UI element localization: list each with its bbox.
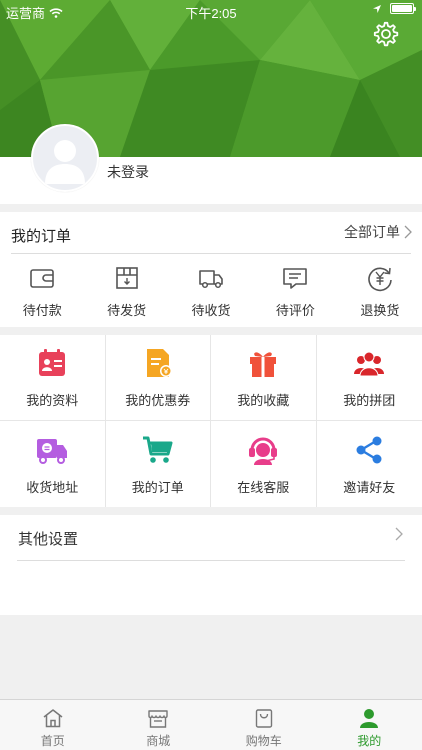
tab-label: 首页 xyxy=(40,734,65,748)
refund-icon xyxy=(368,267,392,292)
tab-mine[interactable]: 我的 xyxy=(317,700,422,750)
gear-icon xyxy=(373,21,399,47)
battery-icon xyxy=(390,3,416,14)
order-item-pending-shipment[interactable]: 待发货 xyxy=(84,264,168,324)
feature-label: 我的拼团 xyxy=(343,393,396,408)
order-item-returns[interactable]: 退换货 xyxy=(338,264,422,324)
feature-my-profile[interactable]: 我的资料 xyxy=(0,335,106,421)
orders-section: 我的订单 全部订单 待付款 待发货 待收货 待评价 退换货 xyxy=(0,212,422,327)
comment-icon xyxy=(283,268,308,289)
feature-my-orders[interactable]: 我的订单 xyxy=(106,421,211,507)
login-status[interactable]: 未登录 xyxy=(107,162,149,182)
feature-label: 收货地址 xyxy=(26,479,79,495)
order-item-label: 待付款 xyxy=(22,303,62,318)
all-orders-label: 全部订单 xyxy=(344,224,400,240)
feature-label: 我的收藏 xyxy=(237,393,290,408)
order-item-pending-payment[interactable]: 待付款 xyxy=(0,264,84,324)
battery-fill xyxy=(392,5,412,12)
store-icon xyxy=(148,710,168,728)
status-right xyxy=(372,3,416,14)
feature-my-group-buy[interactable]: 我的拼团 xyxy=(316,335,422,421)
tab-cart[interactable]: 购物车 xyxy=(211,700,317,750)
location-arrow-icon xyxy=(373,4,381,13)
feature-my-favorites[interactable]: 我的收藏 xyxy=(211,335,317,421)
chevron-right-icon xyxy=(404,225,412,239)
all-orders-link[interactable]: 全部订单 xyxy=(344,222,412,242)
orders-title: 我的订单 xyxy=(11,228,72,245)
group-icon xyxy=(354,351,385,377)
truck-icon xyxy=(199,270,223,289)
other-settings-row[interactable]: 其他设置 xyxy=(17,515,405,561)
bag-icon xyxy=(255,709,272,728)
order-item-label: 待评价 xyxy=(275,303,315,318)
user-icon xyxy=(360,709,379,728)
feature-label: 我的订单 xyxy=(131,479,184,495)
profile-card-icon xyxy=(39,349,66,376)
order-item-label: 退换货 xyxy=(360,303,400,318)
feature-invite-friends[interactable]: 邀请好友 xyxy=(317,421,422,507)
tab-bar: 首页 商城 购物车 我的 xyxy=(0,699,422,750)
feature-label: 我的优惠券 xyxy=(125,393,191,408)
feature-shipping-address[interactable]: 收货地址 xyxy=(0,421,106,507)
avatar[interactable] xyxy=(31,124,99,192)
feature-label: 我的资料 xyxy=(26,393,79,408)
order-item-label: 待发货 xyxy=(107,303,147,318)
order-item-pending-receipt[interactable]: 待收货 xyxy=(169,264,253,324)
share-icon xyxy=(356,436,382,463)
coupon-icon xyxy=(146,349,172,377)
chevron-right-icon xyxy=(395,527,403,541)
tab-store[interactable]: 商城 xyxy=(106,700,212,750)
features-grid: 我的资料 我的优惠券 我的收藏 我的拼团 收货地址 我的订单 在线客服 邀请好友 xyxy=(0,335,422,507)
other-section: 其他设置 xyxy=(0,515,422,615)
cart-icon xyxy=(142,436,173,463)
delivery-truck-icon xyxy=(37,438,68,464)
orders-divider xyxy=(11,253,411,254)
gift-icon xyxy=(250,352,277,377)
order-status-list: 待付款 待发货 待收货 待评价 退换货 xyxy=(0,264,422,324)
feature-online-service[interactable]: 在线客服 xyxy=(211,421,317,507)
tab-home[interactable]: 首页 xyxy=(0,700,106,750)
feature-label: 在线客服 xyxy=(237,479,290,495)
feature-my-coupons[interactable]: 我的优惠券 xyxy=(105,335,211,421)
other-settings-label: 其他设置 xyxy=(18,531,79,548)
headset-icon xyxy=(249,437,278,465)
status-bar: 运营商 下午2:05 xyxy=(0,0,422,22)
default-avatar-icon xyxy=(45,140,85,184)
wallet-icon xyxy=(30,269,55,288)
status-time: 下午2:05 xyxy=(185,6,237,21)
order-item-pending-review[interactable]: 待评价 xyxy=(253,264,337,324)
package-icon xyxy=(115,267,138,289)
tab-label: 购物车 xyxy=(245,734,282,748)
tab-label: 我的 xyxy=(357,734,382,748)
settings-button[interactable] xyxy=(372,20,400,48)
order-item-label: 待收货 xyxy=(191,303,231,318)
feature-label: 邀请好友 xyxy=(343,479,396,495)
home-icon xyxy=(43,709,63,728)
tab-label: 商城 xyxy=(146,734,171,748)
